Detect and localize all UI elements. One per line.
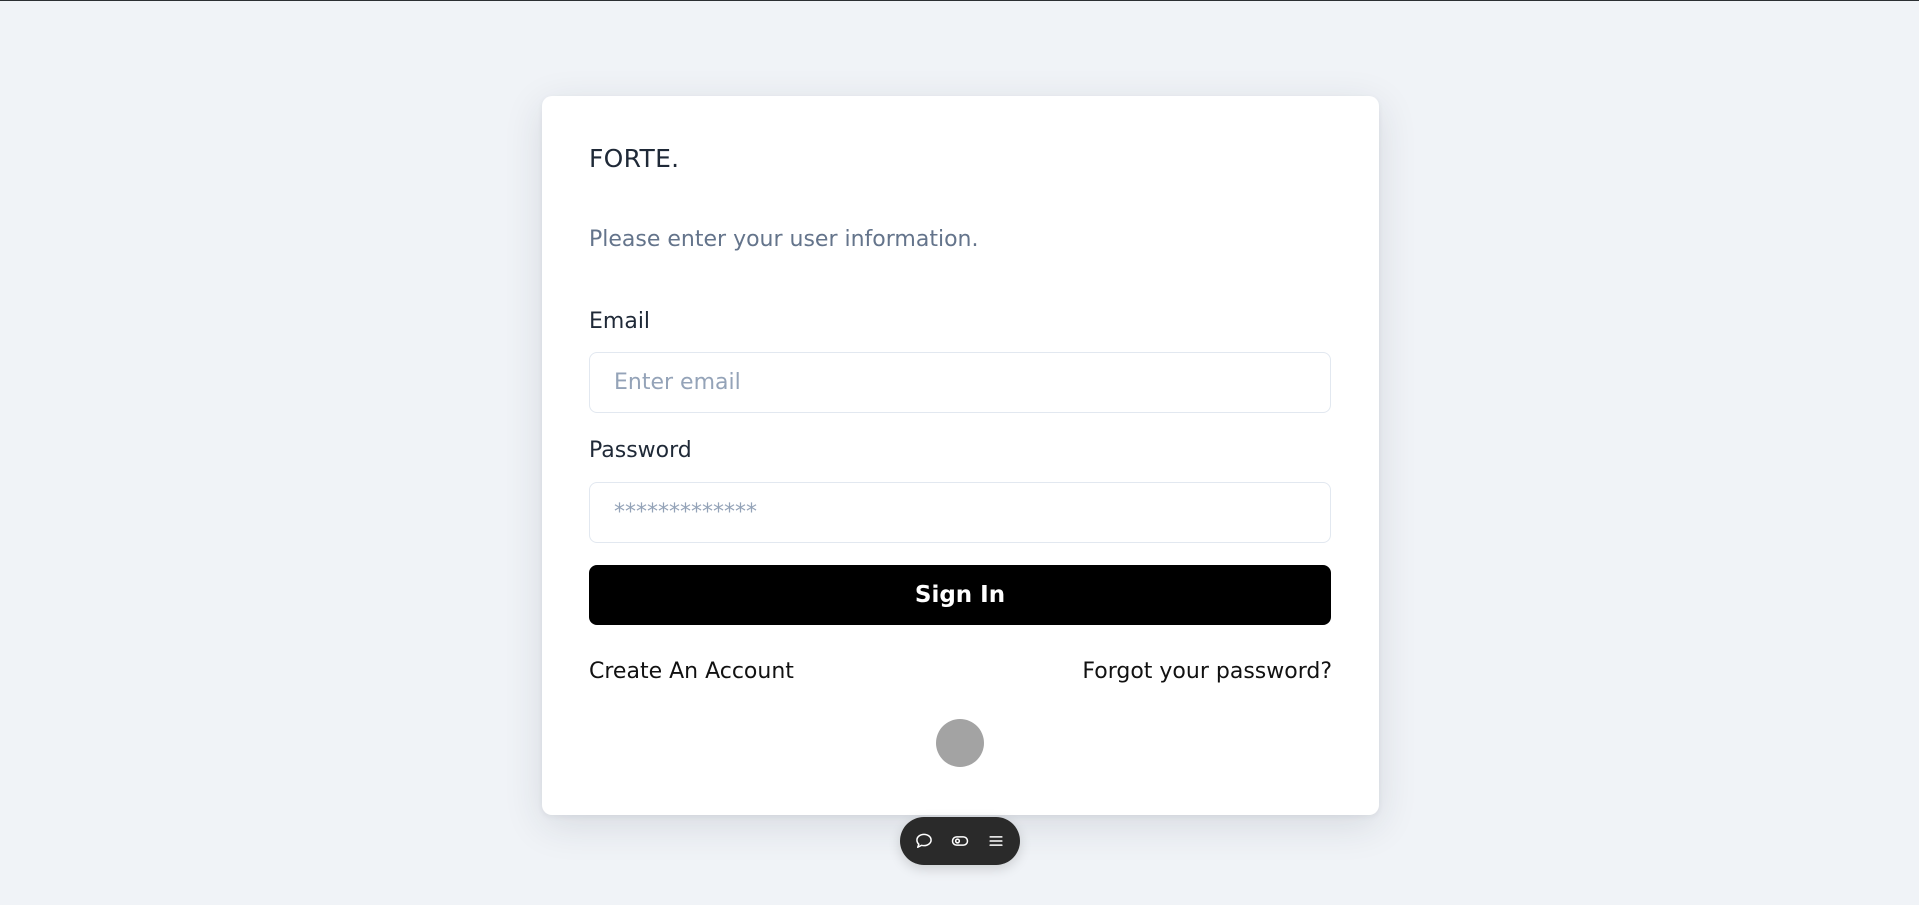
menu-icon[interactable] bbox=[984, 829, 1008, 853]
email-input[interactable] bbox=[589, 352, 1331, 413]
password-label: Password bbox=[589, 438, 692, 463]
toggle-icon[interactable] bbox=[948, 829, 972, 853]
create-account-link[interactable]: Create An Account bbox=[589, 659, 794, 684]
form-subtitle: Please enter your user information. bbox=[589, 227, 979, 252]
email-label: Email bbox=[589, 309, 651, 334]
sign-in-button[interactable]: Sign In bbox=[589, 565, 1331, 625]
forgot-password-link[interactable]: Forgot your password? bbox=[1082, 659, 1332, 684]
brand-logo: FORTE. bbox=[589, 144, 680, 173]
floating-toolbar bbox=[900, 817, 1020, 865]
login-card: FORTE. Please enter your user informatio… bbox=[542, 96, 1379, 815]
loading-indicator bbox=[936, 719, 984, 767]
password-input[interactable] bbox=[589, 482, 1331, 543]
chat-bubble-icon[interactable] bbox=[912, 829, 936, 853]
